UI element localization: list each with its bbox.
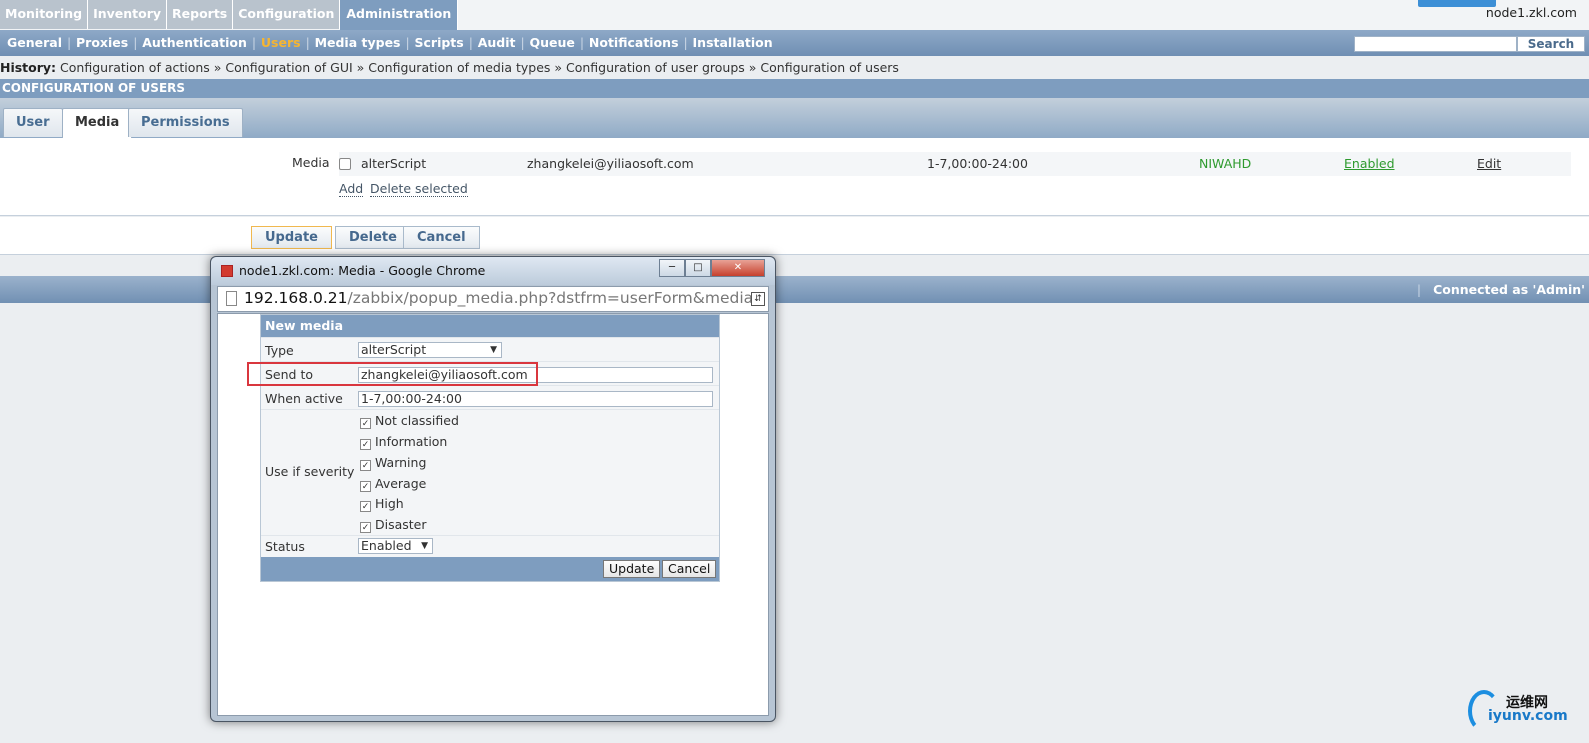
when-active-row: When active 1-7,00:00-24:00 [261, 385, 719, 409]
media-row: alterScript zhangkelei@yiliaosoft.com 1-… [339, 152, 1571, 176]
type-select-value: alterScript [361, 342, 427, 357]
top-help-button[interactable] [1418, 0, 1496, 7]
media-row-edit-link[interactable]: Edit [1477, 156, 1501, 171]
new-media-footer: Update Cancel [261, 557, 719, 581]
submenu-general[interactable]: General [0, 30, 69, 56]
media-row-type: alterScript [361, 156, 427, 171]
media-row-severity: NIWAHD [1199, 156, 1252, 171]
menu-monitoring[interactable]: Monitoring [0, 0, 89, 29]
checkmark-icon[interactable]: ✓ [360, 439, 371, 450]
url-host: 192.168.0.21 [244, 289, 348, 307]
checkmark-icon[interactable]: ✓ [360, 418, 371, 429]
submenu-scripts[interactable]: Scripts [405, 30, 471, 56]
tab-permissions[interactable]: Permissions [128, 108, 243, 137]
main-menu: Monitoring Inventory Reports Configurati… [0, 0, 459, 30]
status-label: Status [265, 539, 305, 554]
tab-media[interactable]: Media [62, 108, 133, 138]
menu-reports[interactable]: Reports [167, 0, 234, 29]
type-select[interactable]: alterScript ▼ [358, 342, 502, 358]
media-form: Media alterScript zhangkelei@yiliaosoft.… [0, 138, 1589, 216]
media-popup-window: node1.zkl.com: Media - Google Chrome ─ □… [210, 256, 776, 722]
popup-url-bar[interactable]: 192.168.0.21/zabbix/popup_media.php?dstf… [217, 286, 769, 312]
connected-as: Connected as 'Admin' [1417, 276, 1585, 303]
severity-disaster[interactable]: ✓ Disaster [360, 517, 427, 533]
url-path: /zabbix/popup_media.php?dstfrm=userForm&… [347, 289, 754, 307]
when-active-label: When active [265, 391, 343, 406]
submenu-notifications[interactable]: Notifications [580, 30, 686, 56]
severity-high[interactable]: ✓ High [360, 496, 404, 512]
new-media-form: New media Type alterScript ▼ Send to zha… [260, 314, 720, 582]
menu-configuration[interactable]: Configuration [233, 0, 341, 29]
send-to-highlight [247, 362, 538, 386]
severity-information[interactable]: ✓ Information [360, 434, 447, 450]
type-row: Type alterScript ▼ [261, 337, 719, 361]
add-media-link[interactable]: Add [339, 181, 364, 197]
top-bar: Monitoring Inventory Reports Configurati… [0, 0, 1589, 30]
severity-average[interactable]: ✓ Average [360, 476, 426, 492]
chevron-down-icon: ▼ [421, 541, 428, 551]
severity-row: Use if severity ✓ Not classified ✓ Informa… [261, 409, 719, 535]
submenu-installation[interactable]: Installation [684, 30, 780, 56]
checkmark-icon[interactable]: ✓ [360, 522, 371, 533]
watermark-logo: 运维网 iyunv.com [1466, 688, 1582, 738]
checkmark-icon[interactable]: ✓ [360, 460, 371, 471]
severity-warning[interactable]: ✓ Warning [360, 455, 426, 471]
minimize-icon[interactable]: ─ [659, 259, 685, 277]
status-select[interactable]: Enabled ▼ [358, 538, 433, 554]
history-label: History: [0, 60, 57, 75]
status-select-value: Enabled [361, 538, 412, 553]
submenu-proxies[interactable]: Proxies [67, 30, 135, 56]
zabbix-favicon-icon [221, 265, 233, 277]
popup-titlebar[interactable]: node1.zkl.com: Media - Google Chrome ─ □… [211, 257, 775, 285]
popup-update-button[interactable]: Update [603, 560, 661, 578]
popup-title: node1.zkl.com: Media - Google Chrome [239, 263, 486, 278]
media-row-checkbox[interactable] [339, 158, 351, 170]
media-row-when-active: 1-7,00:00-24:00 [927, 156, 1028, 171]
maximize-icon[interactable]: □ [685, 259, 711, 277]
submenu-authentication[interactable]: Authentication [133, 30, 254, 56]
section-title: CONFIGURATION OF USERS [0, 79, 1589, 98]
submenu-audit[interactable]: Audit [469, 30, 523, 56]
history-items[interactable]: Configuration of actions » Configuration… [60, 60, 899, 75]
form-buttons: Update Delete Cancel [0, 217, 1589, 255]
submenu-users[interactable]: Users [252, 30, 308, 56]
search-button[interactable]: Search [1517, 36, 1585, 52]
new-media-header: New media [261, 315, 719, 337]
media-label: Media [292, 155, 330, 170]
delete-button[interactable]: Delete [335, 226, 411, 249]
submenu-queue[interactable]: Queue [521, 30, 582, 56]
menu-inventory[interactable]: Inventory [88, 0, 168, 29]
host-name: node1.zkl.com [1485, 5, 1577, 20]
translate-icon[interactable]: ⇵ [751, 292, 765, 306]
severity-label: Use if severity [265, 464, 355, 479]
close-icon[interactable]: ✕ [711, 259, 765, 277]
status-row: Status Enabled ▼ [261, 535, 719, 557]
type-label: Type [265, 343, 294, 358]
page-icon [226, 291, 237, 306]
menu-administration[interactable]: Administration [340, 0, 459, 30]
chevron-down-icon: ▼ [490, 345, 497, 355]
sub-menu: General Proxies Authentication Users Med… [0, 30, 1589, 56]
watermark-bottom: iyunv.com [1488, 708, 1568, 724]
history-breadcrumb: History: Configuration of actions » Conf… [0, 56, 1589, 80]
media-row-status-link[interactable]: Enabled [1344, 156, 1395, 171]
media-row-send-to: zhangkelei@yiliaosoft.com [527, 156, 694, 171]
checkmark-icon[interactable]: ✓ [360, 481, 371, 492]
search-input[interactable] [1354, 36, 1517, 52]
when-active-input[interactable]: 1-7,00:00-24:00 [358, 391, 713, 407]
submenu-media-types[interactable]: Media types [306, 30, 408, 56]
checkmark-icon[interactable]: ✓ [360, 501, 371, 512]
tabs-bar: User Media Permissions [0, 98, 1589, 138]
delete-selected-link[interactable]: Delete selected [370, 181, 468, 197]
popup-url: 192.168.0.21/zabbix/popup_media.php?dstf… [244, 289, 753, 307]
popup-cancel-button[interactable]: Cancel [662, 560, 717, 578]
tab-user[interactable]: User [3, 108, 63, 137]
update-button[interactable]: Update [251, 226, 332, 249]
severity-not-classified[interactable]: ✓ Not classified [360, 413, 459, 429]
cancel-button[interactable]: Cancel [403, 226, 480, 249]
